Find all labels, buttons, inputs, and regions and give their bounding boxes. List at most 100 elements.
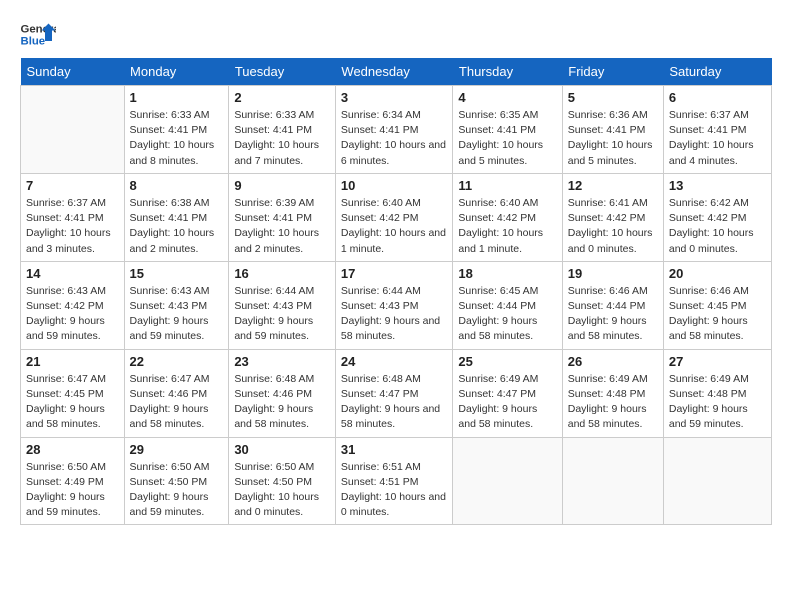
calendar-table: SundayMondayTuesdayWednesdayThursdayFrid… bbox=[20, 58, 772, 525]
calendar-cell: 24 Sunrise: 6:48 AM Sunset: 4:47 PM Dayli… bbox=[335, 349, 453, 437]
day-of-week-sunday: Sunday bbox=[21, 58, 125, 86]
logo-icon: General Blue bbox=[20, 20, 56, 48]
calendar-cell: 26 Sunrise: 6:49 AM Sunset: 4:48 PM Dayli… bbox=[562, 349, 663, 437]
day-number: 13 bbox=[669, 178, 766, 193]
day-number: 7 bbox=[26, 178, 119, 193]
calendar-cell: 11 Sunrise: 6:40 AM Sunset: 4:42 PM Dayli… bbox=[453, 173, 562, 261]
day-number: 5 bbox=[568, 90, 658, 105]
day-number: 24 bbox=[341, 354, 448, 369]
calendar-cell: 3 Sunrise: 6:34 AM Sunset: 4:41 PM Daylig… bbox=[335, 86, 453, 174]
day-content: Sunrise: 6:51 AM Sunset: 4:51 PM Dayligh… bbox=[341, 460, 448, 521]
calendar-cell: 28Sunrise: 6:50 AM Sunset: 4:49 PM Dayli… bbox=[21, 437, 125, 525]
day-content: Sunrise: 6:34 AM Sunset: 4:41 PM Dayligh… bbox=[341, 108, 448, 169]
calendar-cell: 14 Sunrise: 6:43 AM Sunset: 4:42 PM Dayli… bbox=[21, 261, 125, 349]
day-number: 4 bbox=[458, 90, 556, 105]
calendar-body: 1 Sunrise: 6:33 AM Sunset: 4:41 PM Daylig… bbox=[21, 86, 772, 525]
day-of-week-monday: Monday bbox=[124, 58, 229, 86]
week-row-4: 21Sunrise: 6:47 AM Sunset: 4:45 PM Dayli… bbox=[21, 349, 772, 437]
day-content: Sunrise: 6:43 AM Sunset: 4:43 PM Dayligh… bbox=[130, 284, 224, 345]
calendar-cell: 21Sunrise: 6:47 AM Sunset: 4:45 PM Dayli… bbox=[21, 349, 125, 437]
week-row-3: 14 Sunrise: 6:43 AM Sunset: 4:42 PM Dayli… bbox=[21, 261, 772, 349]
day-of-week-saturday: Saturday bbox=[663, 58, 771, 86]
day-number: 16 bbox=[234, 266, 330, 281]
calendar-cell: 7 Sunrise: 6:37 AM Sunset: 4:41 PM Daylig… bbox=[21, 173, 125, 261]
day-content: Sunrise: 6:40 AM Sunset: 4:42 PM Dayligh… bbox=[458, 196, 556, 257]
week-row-2: 7 Sunrise: 6:37 AM Sunset: 4:41 PM Daylig… bbox=[21, 173, 772, 261]
logo: General Blue bbox=[20, 20, 56, 48]
day-number: 9 bbox=[234, 178, 330, 193]
day-content: Sunrise: 6:48 AM Sunset: 4:46 PM Dayligh… bbox=[234, 372, 330, 433]
day-content: Sunrise: 6:50 AM Sunset: 4:50 PM Dayligh… bbox=[234, 460, 330, 521]
day-of-week-tuesday: Tuesday bbox=[229, 58, 336, 86]
day-number: 22 bbox=[130, 354, 224, 369]
calendar-cell: 6 Sunrise: 6:37 AM Sunset: 4:41 PM Daylig… bbox=[663, 86, 771, 174]
day-content: Sunrise: 6:50 AM Sunset: 4:49 PM Dayligh… bbox=[26, 460, 119, 521]
day-number: 26 bbox=[568, 354, 658, 369]
day-number: 8 bbox=[130, 178, 224, 193]
day-number: 18 bbox=[458, 266, 556, 281]
day-number: 11 bbox=[458, 178, 556, 193]
week-row-5: 28Sunrise: 6:50 AM Sunset: 4:49 PM Dayli… bbox=[21, 437, 772, 525]
day-number: 30 bbox=[234, 442, 330, 457]
calendar-cell: 23 Sunrise: 6:48 AM Sunset: 4:46 PM Dayli… bbox=[229, 349, 336, 437]
day-number: 14 bbox=[26, 266, 119, 281]
header: General Blue bbox=[20, 20, 772, 48]
day-number: 25 bbox=[458, 354, 556, 369]
calendar-cell bbox=[562, 437, 663, 525]
day-content: Sunrise: 6:49 AM Sunset: 4:47 PM Dayligh… bbox=[458, 372, 556, 433]
day-content: Sunrise: 6:33 AM Sunset: 4:41 PM Dayligh… bbox=[130, 108, 224, 169]
calendar-cell: 15 Sunrise: 6:43 AM Sunset: 4:43 PM Dayli… bbox=[124, 261, 229, 349]
day-number: 19 bbox=[568, 266, 658, 281]
calendar-cell: 13Sunrise: 6:42 AM Sunset: 4:42 PM Dayli… bbox=[663, 173, 771, 261]
calendar-cell: 8Sunrise: 6:38 AM Sunset: 4:41 PM Daylig… bbox=[124, 173, 229, 261]
day-content: Sunrise: 6:49 AM Sunset: 4:48 PM Dayligh… bbox=[568, 372, 658, 433]
day-of-week-thursday: Thursday bbox=[453, 58, 562, 86]
calendar-cell: 9 Sunrise: 6:39 AM Sunset: 4:41 PM Daylig… bbox=[229, 173, 336, 261]
day-number: 20 bbox=[669, 266, 766, 281]
calendar-cell: 4 Sunrise: 6:35 AM Sunset: 4:41 PM Daylig… bbox=[453, 86, 562, 174]
day-number: 10 bbox=[341, 178, 448, 193]
day-number: 15 bbox=[130, 266, 224, 281]
calendar-cell: 27 Sunrise: 6:49 AM Sunset: 4:48 PM Dayli… bbox=[663, 349, 771, 437]
calendar-cell: 25 Sunrise: 6:49 AM Sunset: 4:47 PM Dayli… bbox=[453, 349, 562, 437]
day-content: Sunrise: 6:37 AM Sunset: 4:41 PM Dayligh… bbox=[26, 196, 119, 257]
day-content: Sunrise: 6:47 AM Sunset: 4:46 PM Dayligh… bbox=[130, 372, 224, 433]
day-of-week-wednesday: Wednesday bbox=[335, 58, 453, 86]
day-content: Sunrise: 6:49 AM Sunset: 4:48 PM Dayligh… bbox=[669, 372, 766, 433]
day-number: 12 bbox=[568, 178, 658, 193]
day-content: Sunrise: 6:44 AM Sunset: 4:43 PM Dayligh… bbox=[234, 284, 330, 345]
day-number: 23 bbox=[234, 354, 330, 369]
days-of-week-header: SundayMondayTuesdayWednesdayThursdayFrid… bbox=[21, 58, 772, 86]
day-number: 31 bbox=[341, 442, 448, 457]
day-number: 17 bbox=[341, 266, 448, 281]
day-content: Sunrise: 6:50 AM Sunset: 4:50 PM Dayligh… bbox=[130, 460, 224, 521]
day-content: Sunrise: 6:37 AM Sunset: 4:41 PM Dayligh… bbox=[669, 108, 766, 169]
calendar-cell: 22 Sunrise: 6:47 AM Sunset: 4:46 PM Dayli… bbox=[124, 349, 229, 437]
calendar-cell: 10 Sunrise: 6:40 AM Sunset: 4:42 PM Dayli… bbox=[335, 173, 453, 261]
day-content: Sunrise: 6:47 AM Sunset: 4:45 PM Dayligh… bbox=[26, 372, 119, 433]
calendar-cell: 12 Sunrise: 6:41 AM Sunset: 4:42 PM Dayli… bbox=[562, 173, 663, 261]
day-content: Sunrise: 6:46 AM Sunset: 4:45 PM Dayligh… bbox=[669, 284, 766, 345]
day-content: Sunrise: 6:43 AM Sunset: 4:42 PM Dayligh… bbox=[26, 284, 119, 345]
calendar-cell: 31 Sunrise: 6:51 AM Sunset: 4:51 PM Dayli… bbox=[335, 437, 453, 525]
day-number: 1 bbox=[130, 90, 224, 105]
calendar-cell bbox=[663, 437, 771, 525]
day-content: Sunrise: 6:45 AM Sunset: 4:44 PM Dayligh… bbox=[458, 284, 556, 345]
day-content: Sunrise: 6:46 AM Sunset: 4:44 PM Dayligh… bbox=[568, 284, 658, 345]
day-number: 27 bbox=[669, 354, 766, 369]
day-number: 2 bbox=[234, 90, 330, 105]
day-content: Sunrise: 6:35 AM Sunset: 4:41 PM Dayligh… bbox=[458, 108, 556, 169]
calendar-cell: 17Sunrise: 6:44 AM Sunset: 4:43 PM Dayli… bbox=[335, 261, 453, 349]
day-content: Sunrise: 6:39 AM Sunset: 4:41 PM Dayligh… bbox=[234, 196, 330, 257]
day-content: Sunrise: 6:48 AM Sunset: 4:47 PM Dayligh… bbox=[341, 372, 448, 433]
day-number: 29 bbox=[130, 442, 224, 457]
day-number: 3 bbox=[341, 90, 448, 105]
calendar-cell: 18 Sunrise: 6:45 AM Sunset: 4:44 PM Dayli… bbox=[453, 261, 562, 349]
calendar-cell bbox=[21, 86, 125, 174]
day-number: 6 bbox=[669, 90, 766, 105]
calendar-cell: 19 Sunrise: 6:46 AM Sunset: 4:44 PM Dayli… bbox=[562, 261, 663, 349]
day-content: Sunrise: 6:41 AM Sunset: 4:42 PM Dayligh… bbox=[568, 196, 658, 257]
calendar-cell bbox=[453, 437, 562, 525]
day-content: Sunrise: 6:40 AM Sunset: 4:42 PM Dayligh… bbox=[341, 196, 448, 257]
calendar-cell: 20 Sunrise: 6:46 AM Sunset: 4:45 PM Dayli… bbox=[663, 261, 771, 349]
